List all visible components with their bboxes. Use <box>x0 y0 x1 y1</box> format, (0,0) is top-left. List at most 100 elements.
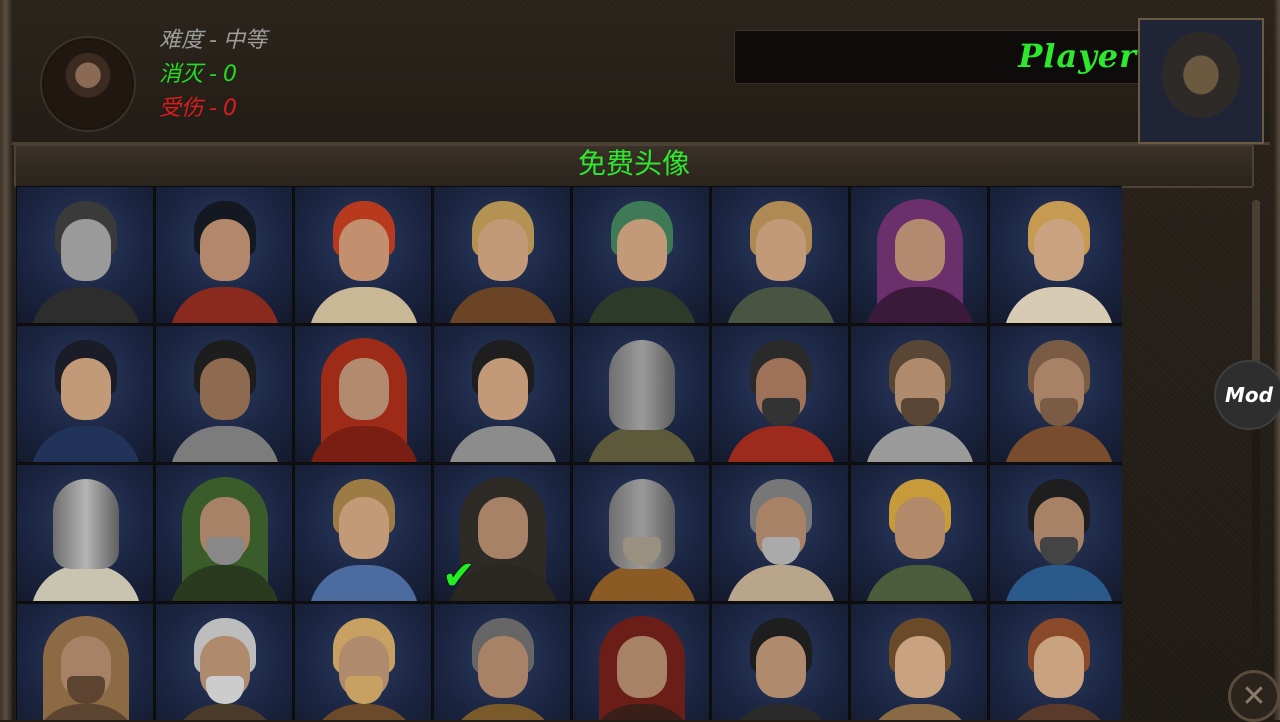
kills-value: 0 <box>222 62 237 87</box>
portrait-beard <box>206 676 244 704</box>
portrait-tile[interactable] <box>16 325 154 463</box>
portrait-body <box>31 426 141 462</box>
section-header: 免费头像 <box>14 144 1254 188</box>
portrait-tile[interactable] <box>155 325 293 463</box>
header-panel: 难度 - 中等 消灭 -0 受伤 -0 Player <box>12 8 1270 145</box>
portrait-body <box>1004 565 1114 601</box>
portrait-body <box>726 287 836 323</box>
portrait-tile[interactable] <box>433 186 571 324</box>
portrait-tile[interactable] <box>850 325 988 463</box>
portrait-tile[interactable] <box>572 464 710 602</box>
portrait-helmet <box>609 340 675 430</box>
portrait-tile[interactable] <box>850 603 988 720</box>
portrait-tile[interactable] <box>16 464 154 602</box>
close-icon: ✕ <box>1241 678 1267 714</box>
portrait-face <box>478 497 528 559</box>
portrait-tile[interactable] <box>572 325 710 463</box>
kills-stat: 消灭 -0 <box>159 62 237 87</box>
portrait-body <box>865 565 975 601</box>
section-title: 免费头像 <box>577 147 690 180</box>
portrait-face <box>617 219 667 281</box>
portrait-tile[interactable] <box>294 603 432 720</box>
kills-label: 消灭 <box>159 62 204 87</box>
portrait-face <box>61 219 111 281</box>
portrait-body <box>587 565 697 601</box>
portrait-body <box>865 426 975 462</box>
portrait-body <box>726 426 836 462</box>
damage-value: 0 <box>222 96 237 121</box>
portrait-face <box>895 219 945 281</box>
portrait-beard <box>762 537 800 565</box>
frame-right-border <box>1274 0 1280 720</box>
damage-stat: 受伤 -0 <box>159 96 237 121</box>
portrait-face <box>478 358 528 420</box>
portrait-face <box>339 497 389 559</box>
portrait-tile[interactable] <box>433 325 571 463</box>
frame-left-border <box>0 0 12 720</box>
portrait-helmet <box>53 479 119 569</box>
portrait-tile[interactable] <box>711 603 849 720</box>
portrait-body <box>1004 426 1114 462</box>
portrait-tile[interactable] <box>989 464 1122 602</box>
portrait-tile[interactable] <box>294 464 432 602</box>
player-name: Player <box>1018 37 1137 75</box>
portrait-beard <box>345 676 383 704</box>
portrait-tile[interactable] <box>989 325 1122 463</box>
portrait-body <box>309 704 419 720</box>
portrait-tile[interactable] <box>572 186 710 324</box>
portrait-body <box>726 704 836 720</box>
portrait-body <box>726 565 836 601</box>
scrollbar-thumb[interactable] <box>1252 200 1260 380</box>
player-avatar <box>42 38 134 130</box>
portrait-body <box>309 287 419 323</box>
portrait-tile[interactable] <box>433 603 571 720</box>
portrait-body <box>1004 704 1114 720</box>
portrait-body <box>448 426 558 462</box>
stats-panel: 难度 - 中等 消灭 -0 受伤 -0 <box>159 24 267 126</box>
portrait-face <box>200 219 250 281</box>
portrait-face <box>478 636 528 698</box>
portrait-tile[interactable] <box>16 186 154 324</box>
portrait-body <box>31 287 141 323</box>
portrait-tile[interactable] <box>572 603 710 720</box>
portrait-beard <box>1040 398 1078 426</box>
portrait-body <box>587 287 697 323</box>
portrait-face <box>1034 219 1084 281</box>
portrait-tile[interactable] <box>155 464 293 602</box>
player-name-field[interactable]: Player <box>734 30 1148 84</box>
portrait-tile[interactable] <box>711 325 849 463</box>
portrait-tile[interactable] <box>850 186 988 324</box>
difficulty-value: 中等 <box>222 28 267 53</box>
portrait-face <box>1034 636 1084 698</box>
portrait-body <box>170 287 280 323</box>
portrait-tile[interactable] <box>711 464 849 602</box>
portrait-tile[interactable] <box>850 464 988 602</box>
portrait-face <box>339 358 389 420</box>
portrait-body <box>31 565 141 601</box>
portrait-tile[interactable] <box>989 603 1122 720</box>
portrait-beard <box>901 398 939 426</box>
portrait-body <box>170 704 280 720</box>
portrait-body <box>448 704 558 720</box>
portrait-tile[interactable] <box>294 325 432 463</box>
portrait-face <box>61 358 111 420</box>
close-button[interactable]: ✕ <box>1228 670 1280 722</box>
portrait-beard <box>1040 537 1078 565</box>
portrait-body <box>448 287 558 323</box>
portrait-tile[interactable] <box>711 186 849 324</box>
checkmark-icon: ✔ <box>442 553 476 599</box>
difficulty-label: 难度 <box>159 28 204 53</box>
portrait-tile[interactable] <box>294 186 432 324</box>
mod-button[interactable]: Mod <box>1214 360 1280 430</box>
portrait-tile[interactable] <box>16 603 154 720</box>
portrait-tile[interactable] <box>989 186 1122 324</box>
portrait-tile[interactable] <box>155 603 293 720</box>
portrait-beard <box>762 398 800 426</box>
portrait-face <box>756 636 806 698</box>
portrait-face <box>339 219 389 281</box>
portrait-tile[interactable]: ✔ <box>433 464 571 602</box>
portrait-face <box>617 636 667 698</box>
portrait-tile[interactable] <box>155 186 293 324</box>
portrait-face <box>895 636 945 698</box>
selected-portrait-preview <box>1138 18 1264 144</box>
